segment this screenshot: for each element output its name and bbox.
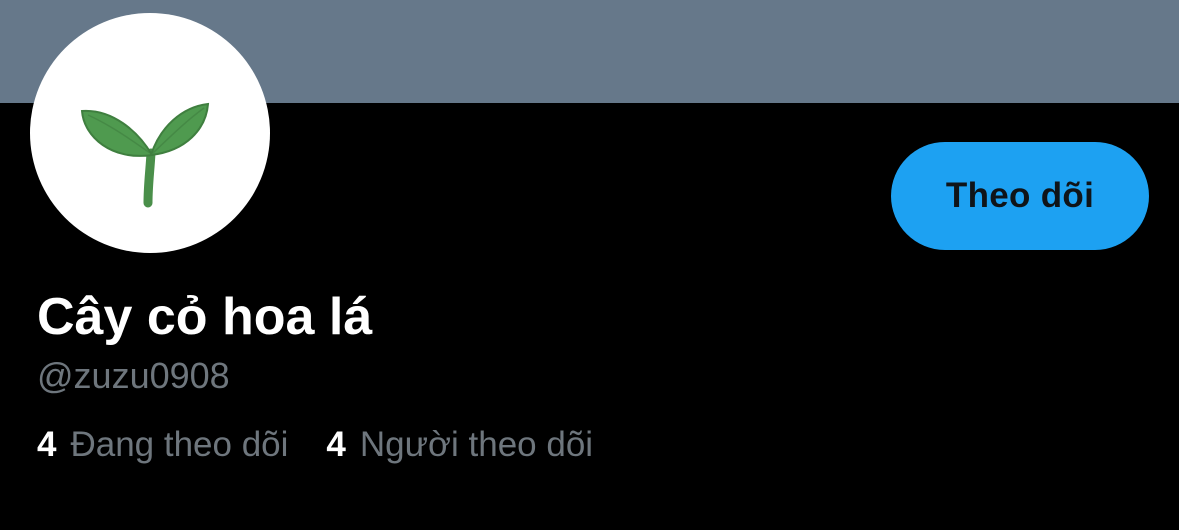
follow-button-label: Theo dõi bbox=[945, 176, 1095, 215]
user-handle: @zuzu0908 bbox=[37, 355, 230, 396]
following-link[interactable]: 4 Đang theo dõi bbox=[37, 423, 288, 467]
followers-label: Người theo dõi bbox=[359, 425, 594, 464]
avatar[interactable] bbox=[30, 13, 270, 253]
following-label: Đang theo dõi bbox=[70, 425, 289, 464]
display-name: Cây cỏ hoa lá bbox=[37, 288, 373, 346]
seedling-icon bbox=[80, 102, 210, 208]
followers-count: 4 bbox=[326, 425, 346, 464]
following-count: 4 bbox=[37, 425, 57, 464]
profile-page: Theo dõi Cây cỏ hoa lá @zuzu0908 4 Đang … bbox=[0, 0, 1179, 530]
followers-link[interactable]: 4 Người theo dõi bbox=[326, 423, 593, 467]
follow-stats: 4 Đang theo dõi 4 Người theo dõi bbox=[37, 423, 593, 467]
follow-button[interactable]: Theo dõi bbox=[891, 142, 1149, 250]
